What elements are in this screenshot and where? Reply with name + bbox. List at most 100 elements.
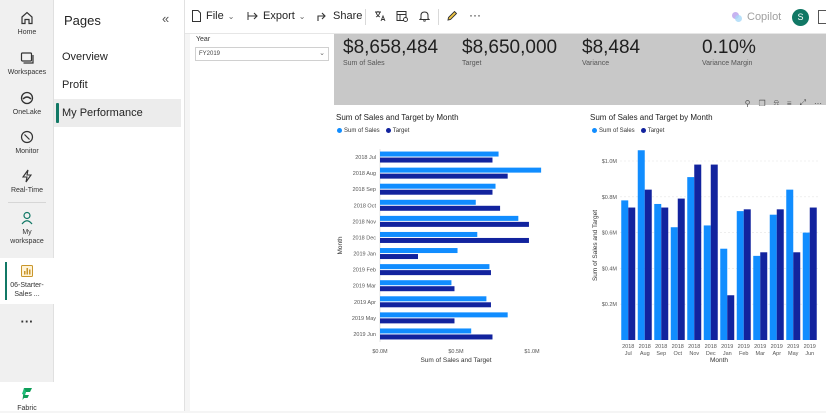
rail-more-button[interactable]: ··· [0, 315, 54, 328]
rail-realtime-label: Real-Time [10, 187, 44, 194]
y-axis-title: Sum of Sales and Target [592, 210, 599, 281]
slicer-title: Year [196, 36, 211, 43]
kpi-value: $8,484 [582, 37, 641, 58]
focus-mode-icon[interactable]: ⤢ [800, 98, 806, 108]
kpi-card-variance[interactable]: $8,484 Variance [582, 37, 640, 67]
y-tick-label: 2019 Jun [353, 332, 376, 338]
export-menu-button[interactable]: Export ⌄ [247, 10, 306, 22]
bar-target [793, 252, 801, 340]
kpi-band: $8,658,484 Sum of Sales $8,650,000 Targe… [334, 34, 826, 105]
pencil-icon [447, 10, 458, 21]
bar-sales [736, 211, 744, 340]
rail-monitor[interactable]: Monitor [0, 129, 54, 156]
bar-target [628, 207, 636, 340]
x-tick-year: 2018 [688, 344, 700, 350]
x-tick-year: 2018 [705, 344, 717, 350]
more-options-icon[interactable]: ⋯ [814, 99, 822, 108]
y-tick-label: 2018 Nov [352, 219, 376, 225]
share-button[interactable]: Share [317, 10, 362, 22]
rail-workspaces[interactable]: Workspaces [0, 50, 54, 77]
report-icon [21, 265, 33, 277]
kpi-label: Variance Margin [702, 60, 753, 67]
rail-open-report[interactable]: 06-Starter-Sales ... [0, 258, 54, 304]
bar-sales [380, 231, 478, 237]
rail-my-workspace[interactable]: My workspace [0, 210, 54, 246]
rail-home[interactable]: Home [0, 10, 54, 37]
toolbar-divider [365, 9, 366, 25]
toolbar-divider [438, 9, 439, 25]
x-tick-year: 2018 [639, 344, 651, 350]
fabric-logo-icon [22, 388, 32, 400]
page-profit[interactable]: Profit [54, 71, 181, 99]
kpi-card-target[interactable]: $8,650,000 Target [462, 37, 557, 67]
bar-sales [380, 215, 519, 221]
share-label: Share [333, 10, 363, 22]
subscribe-alert-button[interactable] [419, 10, 430, 22]
bar-target [380, 270, 491, 276]
bell-icon[interactable]: ⍾ [774, 98, 779, 108]
bar-target [380, 254, 418, 260]
data-view-button[interactable] [396, 10, 408, 22]
bar-sales [670, 227, 678, 340]
y-tick-label: 2018 Aug [353, 171, 376, 177]
chevron-down-icon: ⌄ [319, 50, 325, 57]
bar-chart-vertical[interactable]: Sum of Sales and Target by Month Sum of … [590, 113, 822, 371]
bar-sales [380, 183, 496, 189]
bar-chart-horizontal[interactable]: Sum of Sales and Target by Month Sum of … [336, 113, 576, 371]
bar-sales [753, 255, 761, 340]
page-my-performance[interactable]: My Performance [54, 99, 181, 127]
bar-sales [703, 225, 711, 340]
bar-sales [637, 150, 645, 340]
bar-sales [380, 151, 499, 157]
file-menu-button[interactable]: File ⌄ [191, 10, 234, 22]
bar-target [661, 207, 669, 340]
bar-sales [380, 328, 472, 334]
bar-sales [687, 177, 695, 340]
y-tick-label: 2018 Jul [355, 155, 376, 161]
chart-plot-area: $0.2M$0.4M$0.6M$0.8M$1.0M2018Jul2018Aug2… [592, 150, 818, 364]
report-canvas: Year FY2019 ⌄ $8,658,484 Sum of Sales $8… [190, 34, 826, 411]
copy-icon[interactable]: ❐ [758, 99, 765, 108]
fabric-switcher[interactable]: Fabric [0, 382, 54, 412]
x-tick-year: 2019 [721, 344, 733, 350]
edit-button[interactable] [446, 10, 458, 22]
chart-plot-area: 2018 Jul 2018 Aug 2018 Sep 2018 Oct 2018 Nov… [337, 149, 542, 364]
bar-target [644, 189, 652, 340]
x-tick-label: $0.5M [448, 349, 464, 355]
bar-sales [380, 167, 542, 173]
bar-sales [769, 214, 777, 340]
year-slicer-dropdown[interactable]: FY2019 ⌄ [195, 47, 329, 61]
y-tick-label: $0.4M [602, 266, 618, 272]
bar-target [380, 302, 491, 308]
bar-target [380, 221, 529, 227]
collapse-pages-button[interactable]: « [162, 11, 169, 26]
slicer-value: FY2019 [199, 51, 221, 57]
copilot-button[interactable]: Copilot [731, 11, 781, 23]
kpi-card-sales[interactable]: $8,658,484 Sum of Sales [343, 37, 438, 67]
kpi-card-variance-margin[interactable]: 0.10% Variance Margin [702, 37, 756, 67]
x-tick-month: Mar [756, 351, 766, 357]
x-tick-month: Sep [656, 351, 666, 357]
bar-sales [720, 248, 728, 340]
rail-open-report-label: 06-Starter-Sales ... [10, 282, 44, 298]
y-tick-label: 2019 Jan [353, 252, 376, 258]
y-tick-label: 2019 Feb [353, 268, 376, 274]
export-label: Export [263, 10, 295, 22]
page-overview[interactable]: Overview [54, 43, 181, 71]
filter-icon[interactable]: ≡ [787, 99, 792, 108]
panel-toggle-icon[interactable] [818, 10, 826, 24]
kpi-value: $8,658,484 [343, 37, 439, 58]
pin-icon[interactable]: ⚲ [745, 99, 751, 108]
y-tick-label: 2018 Oct [354, 203, 377, 209]
translate-button[interactable] [374, 10, 386, 22]
rail-active-indicator [5, 262, 7, 300]
user-avatar[interactable]: S [792, 9, 809, 26]
more-options-button[interactable]: ··· [469, 8, 481, 22]
x-tick-month: Oct [673, 351, 682, 357]
rail-my-workspace-label: My workspace [10, 229, 44, 245]
rail-divider [8, 202, 46, 203]
rail-onelake[interactable]: OneLake [0, 90, 54, 117]
bar-sales [380, 199, 476, 205]
kpi-label: Sum of Sales [343, 60, 385, 67]
rail-realtime[interactable]: Real-Time [0, 168, 54, 195]
